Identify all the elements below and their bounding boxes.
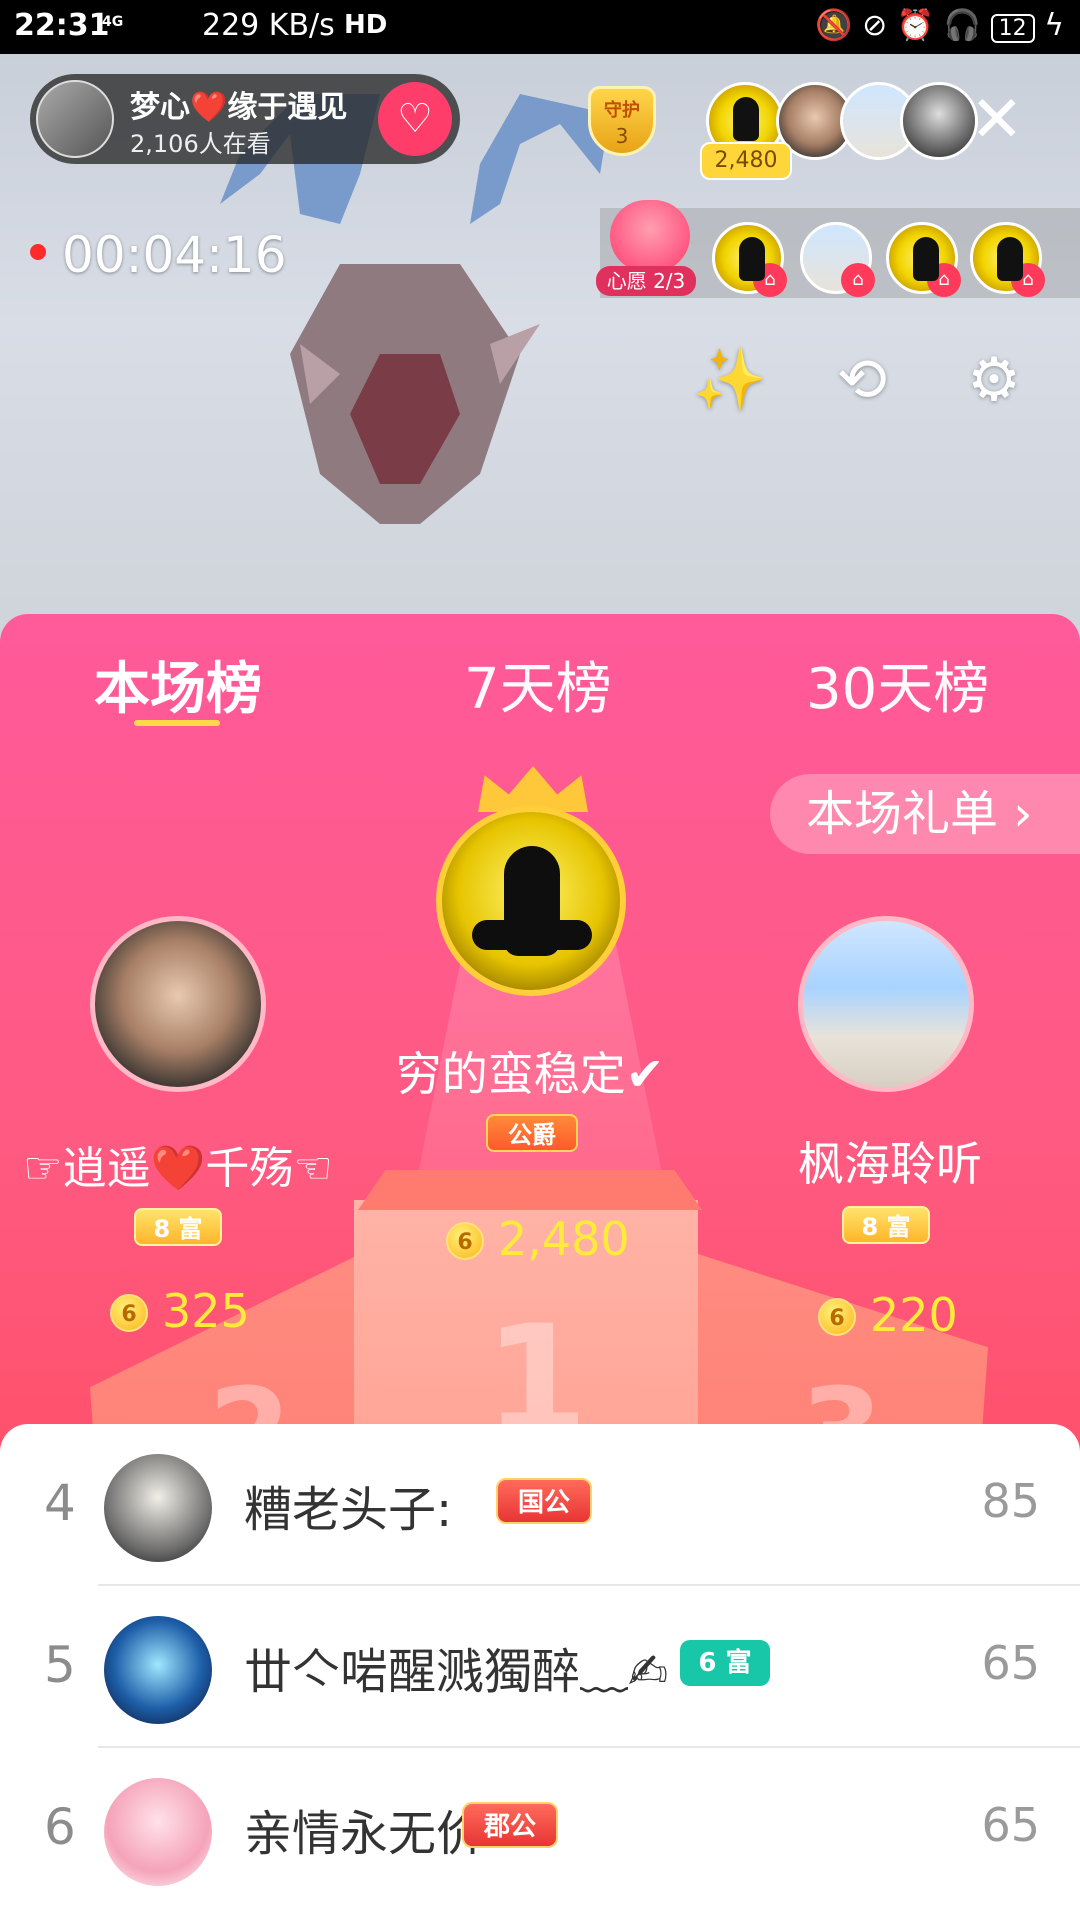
ranking-list: 4 糟老头子: 国公 85 5 丗亽啱醒溅獨醉﹏✍ 6 富 65 6 亲情永无价… xyxy=(0,1424,1080,1920)
mic-seat[interactable]: ⌂ xyxy=(886,222,961,297)
rank-badge: 郡公 xyxy=(462,1802,558,1848)
sofa-icon: ⌂ xyxy=(841,263,875,297)
list-score: 65 xyxy=(981,1798,1040,1852)
tab-30-days[interactable]: 30天榜 xyxy=(806,644,989,725)
mic-seat[interactable]: ⌂ xyxy=(712,222,787,297)
list-rank: 6 xyxy=(44,1798,76,1856)
list-avatar[interactable] xyxy=(104,1778,212,1886)
mic-seat[interactable]: ⌂ xyxy=(800,222,875,297)
guard-badge[interactable]: 守护 3 xyxy=(580,80,664,160)
guard-count: 3 xyxy=(615,124,629,148)
camera-switch-icon[interactable]: ⟲ xyxy=(822,340,902,420)
rank2-name[interactable]: ☞逍遥❤️千殇☜ xyxy=(0,1132,356,1196)
status-time: 22:31 xyxy=(14,8,110,43)
gear-icon[interactable]: ⚙ xyxy=(954,340,1034,420)
rank2-avatar[interactable] xyxy=(90,916,266,1092)
list-item[interactable]: 4 糟老头子: 国公 85 xyxy=(0,1424,1080,1586)
sofa-icon: ⌂ xyxy=(1011,263,1045,297)
wish-heart-icon[interactable] xyxy=(610,200,690,272)
status-bar: 22:31 4G 229 KB/s HD 🔕 ⊘ ⏰ 🎧 12 ϟ xyxy=(0,0,1080,54)
rank1-score: 2,480 xyxy=(498,1212,630,1266)
network-indicator: 4G xyxy=(102,14,124,30)
rank1-avatar[interactable] xyxy=(436,806,626,996)
tab-current-show[interactable]: 本场榜 xyxy=(94,644,262,725)
list-rank: 5 xyxy=(44,1636,76,1694)
live-duration: 00:04:16 xyxy=(62,226,287,284)
rank3-score: 220 xyxy=(870,1288,958,1342)
alarm-icon: ⏰ xyxy=(896,8,935,43)
list-score: 65 xyxy=(981,1636,1040,1690)
podium-top-1 xyxy=(358,1170,702,1210)
mic-seat[interactable]: ⌂ xyxy=(970,222,1045,297)
list-avatar[interactable] xyxy=(104,1454,212,1562)
list-name: 亲情永无价 xyxy=(244,1806,485,1862)
coin-icon: 6 xyxy=(446,1222,484,1260)
rank-badge: 6 富 xyxy=(680,1640,770,1686)
charging-icon: ϟ xyxy=(1044,8,1064,43)
follow-button[interactable]: ♡ xyxy=(378,82,452,156)
heart-plus-icon: ♡ xyxy=(397,96,433,142)
list-avatar[interactable] xyxy=(104,1616,212,1724)
close-icon[interactable]: ✕ xyxy=(970,88,1024,152)
rank3-avatar[interactable] xyxy=(798,916,974,1092)
list-item[interactable]: 6 亲情永无价 郡公 65 xyxy=(0,1748,1080,1910)
coin-icon: 6 xyxy=(110,1294,148,1332)
host-avatar[interactable] xyxy=(36,80,114,158)
viewer-count: 2,106人在看 xyxy=(130,130,271,158)
tab-7-days[interactable]: 7天榜 xyxy=(464,644,612,725)
coin-icon: 6 xyxy=(818,1298,856,1336)
host-name: 梦心❤️缘于遇见 xyxy=(130,90,348,125)
lock-icon: ⊘ xyxy=(862,8,888,43)
rank2-score: 325 xyxy=(162,1284,250,1338)
sofa-icon: ⌂ xyxy=(927,263,961,297)
list-name: 丗亽啱醒溅獨醉﹏✍ xyxy=(244,1644,669,1700)
rank1-badge: 公爵 xyxy=(486,1114,578,1152)
list-rank: 4 xyxy=(44,1474,76,1532)
gift-list-button[interactable]: 本场礼单 › xyxy=(770,774,1080,854)
recording-dot-icon xyxy=(30,244,46,260)
list-score: 85 xyxy=(981,1474,1040,1528)
top-viewer-coins: 2,480 xyxy=(700,142,792,180)
mute-icon: 🔕 xyxy=(815,8,853,43)
wish-progress[interactable]: 心愿 2/3 xyxy=(596,266,696,296)
list-item[interactable]: 5 丗亽啱醒溅獨醉﹏✍ 6 富 65 xyxy=(0,1586,1080,1748)
battery-icon: 12 xyxy=(990,14,1035,43)
list-name: 糟老头子: xyxy=(244,1482,453,1538)
network-speed: 229 KB/s xyxy=(202,8,335,43)
rank1-name[interactable]: 穷的蛮稳定✔ xyxy=(330,1038,730,1104)
hd-icon: HD xyxy=(344,10,388,40)
status-right-icons: 🔕 ⊘ ⏰ 🎧 12 ϟ xyxy=(815,8,1064,43)
guard-label: 守护 xyxy=(604,100,640,121)
rank-badge: 国公 xyxy=(496,1478,592,1524)
rank2-badge: 8 富 xyxy=(134,1208,222,1246)
magic-wand-icon[interactable]: ✨ xyxy=(690,340,770,420)
rank3-badge: 8 富 xyxy=(842,1206,930,1244)
top-viewer-avatar[interactable] xyxy=(900,82,978,160)
host-info[interactable]: 梦心❤️缘于遇见 2,106人在看 ♡ xyxy=(30,74,460,164)
headphones-icon: 🎧 xyxy=(943,8,982,43)
rank3-name[interactable]: 枫海聆听 xyxy=(760,1128,1020,1194)
sofa-icon: ⌂ xyxy=(753,263,787,297)
tab-active-indicator xyxy=(134,720,220,726)
